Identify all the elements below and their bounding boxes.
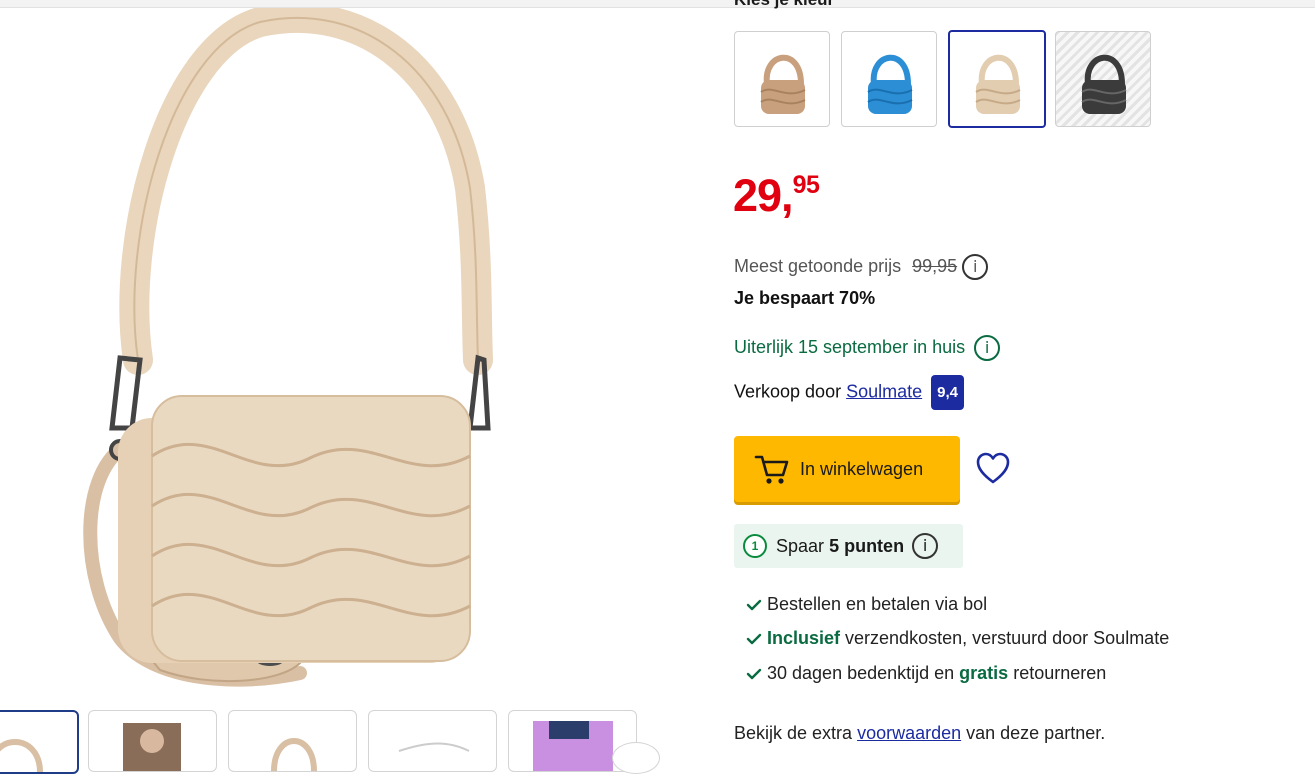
check-icon [746, 598, 762, 612]
blue-bag-swatch-icon [867, 54, 913, 114]
points-prefix: Spaar [776, 535, 825, 556]
wishlist-button[interactable] [974, 450, 1012, 488]
usp-post-3: retourneren [1008, 663, 1107, 683]
variant-label: Kies je kleur [734, 0, 834, 10]
usp-text-1: Bestellen en betalen via bol [767, 594, 988, 614]
seller-row: Verkoop door Soulmate 9,4 [734, 375, 965, 410]
points-amount: 5 punten [829, 535, 905, 556]
saving-text: Je bespaart 70% [734, 288, 876, 308]
price: 29,95 [733, 170, 820, 222]
add-to-cart-button[interactable]: In winkelwagen [734, 436, 960, 502]
usp-text-2: verzendkosten, verstuurd door Soulmate [840, 628, 1170, 648]
swatch-blue[interactable] [841, 31, 937, 127]
add-to-cart-label: In winkelwagen [800, 458, 924, 479]
top-border [0, 0, 1315, 8]
seller-score-badge: 9,4 [931, 375, 965, 410]
reference-info-icon[interactable]: i [962, 254, 989, 280]
thumbnail-4[interactable] [368, 710, 497, 772]
conditions-post: van deze partner. [961, 723, 1106, 743]
thumbnail-1[interactable] [0, 710, 79, 774]
beige-bag-swatch-icon [975, 54, 1021, 114]
usp-bold-3: gratis [959, 663, 1009, 683]
thumbnail-3[interactable] [228, 710, 357, 772]
cart-icon [754, 453, 790, 485]
usp-bold-2: Inclusief [767, 628, 841, 648]
price-cents: 95 [792, 171, 820, 199]
seller-link[interactable]: Soulmate [846, 381, 922, 401]
usp-item-2: Inclusief verzendkosten, verstuurd door … [746, 628, 1169, 649]
check-icon [746, 632, 762, 646]
black-bag-swatch-icon [1081, 54, 1127, 114]
reference-price-row: Meest getoonde prijs 99,95 i [734, 254, 989, 280]
camel-bag-swatch-icon [760, 54, 806, 114]
delivery-info-icon[interactable]: i [974, 335, 1001, 361]
swatch-camel[interactable] [734, 31, 830, 127]
partner-conditions-text: Bekijk de extra voorwaarden van deze par… [734, 723, 1105, 744]
reference-old-price: 99,95 [912, 255, 958, 276]
usp-pre-3: 30 dagen bedenktijd en [767, 663, 960, 683]
points-info-icon[interactable]: i [912, 533, 939, 559]
swatch-black-unavailable[interactable] [1055, 31, 1151, 127]
check-icon [746, 667, 762, 681]
delivery-row: Uiterlijk 15 september in huis i [734, 335, 1001, 361]
loyalty-points-box: 1 Spaar 5 punten i [734, 524, 963, 568]
heart-icon [976, 452, 1010, 484]
usp-item-3: 30 dagen bedenktijd en gratis retournere… [746, 663, 1106, 684]
seller-prefix: Verkoop door [734, 381, 842, 402]
product-main-image[interactable] [60, 3, 660, 698]
price-euros: 29, [733, 170, 794, 221]
reference-price-label: Meest getoonde prijs [734, 255, 902, 276]
piggy-bank-icon: 1 [742, 533, 768, 559]
delivery-text: Uiterlijk 15 september in huis [734, 336, 966, 357]
usp-item-1: Bestellen en betalen via bol [746, 594, 987, 615]
thumbnail-2[interactable] [88, 710, 217, 772]
svg-text:1: 1 [752, 539, 759, 553]
conditions-pre: Bekijk de extra [734, 723, 858, 743]
conditions-link[interactable]: voorwaarden [857, 723, 961, 743]
swatch-beige-selected[interactable] [948, 30, 1046, 128]
